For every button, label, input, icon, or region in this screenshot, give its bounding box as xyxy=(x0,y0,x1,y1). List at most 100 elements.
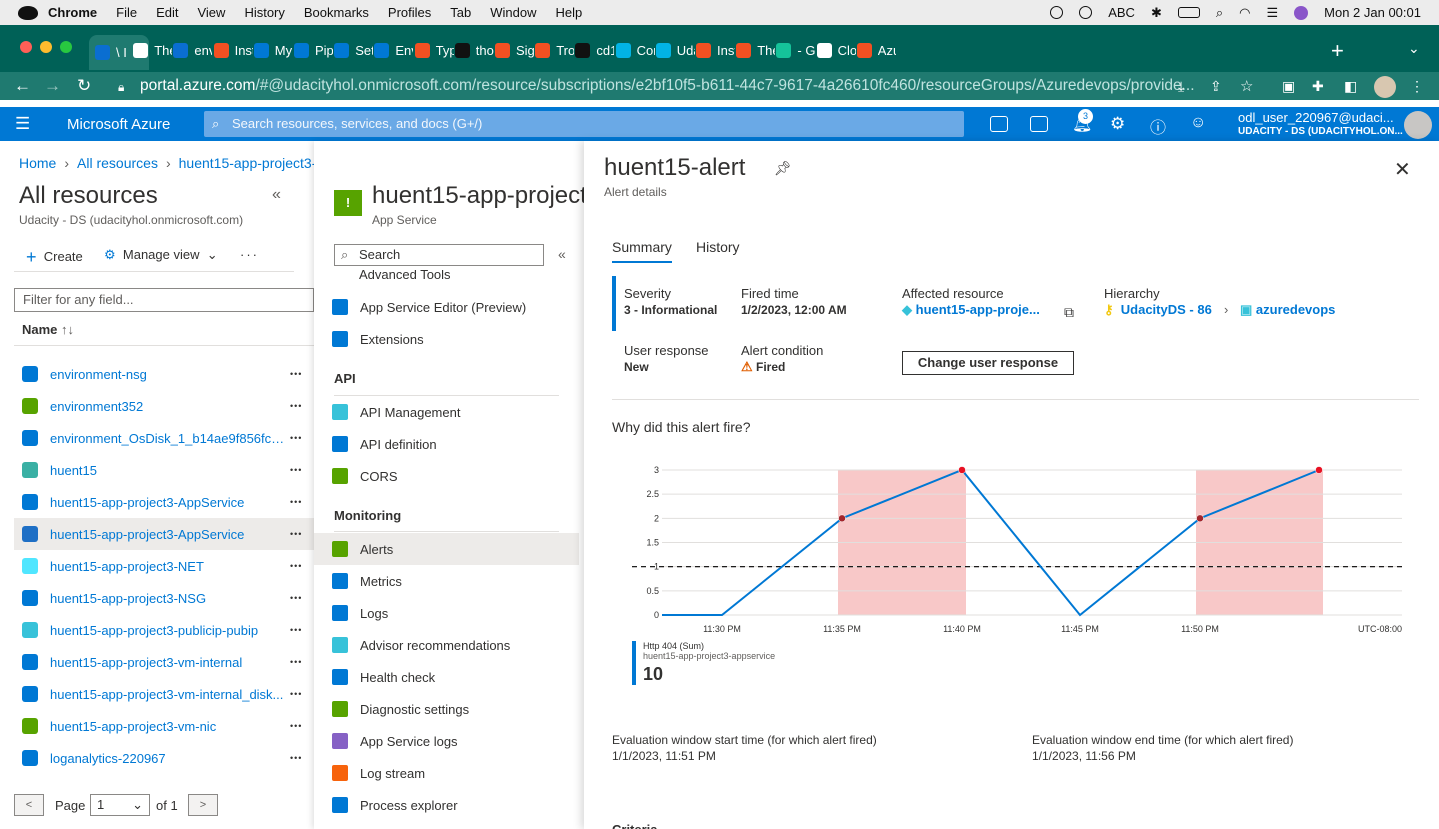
filter-input[interactable]: Filter for any field... xyxy=(14,288,314,312)
row-more-icon[interactable]: ••• xyxy=(290,369,302,379)
more-actions-icon[interactable]: ··· xyxy=(240,247,259,262)
resource-row[interactable]: huent15-app-project3-vm-nic ••• xyxy=(14,710,314,742)
menu-item[interactable]: App Service Editor (Preview) xyxy=(314,291,579,323)
browser-tab[interactable]: The xyxy=(133,37,172,63)
close-icon[interactable]: ✕ xyxy=(1394,157,1411,182)
tab-search-icon[interactable]: ⌄ xyxy=(1408,40,1420,57)
menu-tab[interactable]: Tab xyxy=(450,5,471,20)
collapse-icon[interactable]: « xyxy=(272,186,281,204)
tab-history[interactable]: History xyxy=(696,239,740,255)
browser-tab[interactable]: Sett xyxy=(334,37,373,63)
directory-filter-icon[interactable] xyxy=(1030,116,1048,132)
siri-icon[interactable] xyxy=(1294,5,1309,20)
menu-app-name[interactable]: Chrome xyxy=(48,5,97,20)
menu-item-advanced-tools[interactable]: Advanced Tools xyxy=(314,270,579,282)
resource-name-link[interactable]: environment_OsDisk_1_b14ae9f856fc48... xyxy=(50,431,290,446)
menu-profiles[interactable]: Profiles xyxy=(388,5,431,20)
menu-help[interactable]: Help xyxy=(556,5,583,20)
wifi-icon[interactable]: ◠ xyxy=(1239,5,1250,21)
change-user-response-button[interactable]: Change user response xyxy=(902,351,1074,375)
browser-tab[interactable]: Inst xyxy=(213,37,253,63)
menu-item[interactable]: API definition xyxy=(314,428,579,460)
menu-item[interactable]: API Management xyxy=(314,396,579,428)
resource-name-link[interactable]: huent15-app-project3-NSG xyxy=(50,591,290,606)
browser-tab[interactable]: Env xyxy=(374,37,413,63)
resource-name-link[interactable]: huent15 xyxy=(50,463,290,478)
row-more-icon[interactable]: ••• xyxy=(290,529,302,539)
row-more-icon[interactable]: ••• xyxy=(290,561,302,571)
menu-edit[interactable]: Edit xyxy=(156,5,178,20)
minimize-window-icon[interactable] xyxy=(40,41,52,53)
chart-legend[interactable]: Http 404 (Sum) huent15-app-project3-apps… xyxy=(632,641,775,685)
feedback-icon[interactable]: ☺ xyxy=(1190,114,1206,132)
resource-name-link[interactable]: huent15-app-project3-AppService xyxy=(50,495,290,510)
resource-name-link[interactable]: environment352 xyxy=(50,399,290,414)
chrome-menu-icon[interactable]: ⋮ xyxy=(1410,78,1424,95)
browser-tab[interactable]: envi xyxy=(173,37,212,63)
resource-name-link[interactable]: loganalytics-220967 xyxy=(50,751,290,766)
help-icon[interactable]: ⓘ xyxy=(1150,114,1166,138)
bookmark-star-icon[interactable]: ☆ xyxy=(1240,77,1253,95)
resource-name-link[interactable]: huent15-app-project3-vm-internal_disk... xyxy=(50,687,290,702)
menu-item[interactable]: Health check xyxy=(314,661,579,693)
create-button[interactable]: + Create xyxy=(26,247,83,268)
forward-icon[interactable]: → xyxy=(44,76,61,96)
cloud-shell-icon[interactable] xyxy=(990,116,1008,132)
input-source[interactable]: ABC xyxy=(1108,5,1135,20)
record-icon[interactable] xyxy=(1050,6,1064,19)
manage-view-button[interactable]: ⚙ Manage view ⌄ xyxy=(104,247,218,263)
row-more-icon[interactable]: ••• xyxy=(290,593,302,603)
reload-icon[interactable]: ↻ xyxy=(77,76,91,96)
menu-item[interactable]: Metrics xyxy=(314,565,579,597)
row-more-icon[interactable]: ••• xyxy=(290,657,302,667)
browser-tab[interactable]: Typ xyxy=(414,37,454,63)
resource-row[interactable]: huent15-app-project3-AppService ••• xyxy=(14,486,314,518)
resource-row[interactable]: huent15 ••• xyxy=(14,454,314,486)
menu-search-input[interactable]: ⌕ Search xyxy=(334,244,544,266)
avatar[interactable] xyxy=(1404,111,1432,139)
share-icon[interactable]: ⇪ xyxy=(1210,78,1222,95)
hierarchy-subscription-link[interactable]: ⚷ UdacityDS - 86 xyxy=(1104,302,1212,318)
resource-name-link[interactable]: environment-nsg xyxy=(50,367,290,382)
menu-item[interactable]: Advisor recommendations xyxy=(314,629,579,661)
puzzle-icon[interactable]: ✚ xyxy=(1312,78,1324,95)
menu-view[interactable]: View xyxy=(197,5,225,20)
menu-item[interactable]: Alerts xyxy=(314,533,579,565)
row-more-icon[interactable]: ••• xyxy=(290,689,302,699)
extension-icon[interactable]: ▣ xyxy=(1282,78,1295,95)
resource-row[interactable]: huent15-app-project3-vm-internal_disk...… xyxy=(14,678,314,710)
breadcrumb-home[interactable]: Home xyxy=(19,155,56,171)
account-info[interactable]: odl_user_220967@udaci... UDACITY - DS (U… xyxy=(1238,111,1403,139)
resource-row[interactable]: environment-nsg ••• xyxy=(14,358,314,390)
settings-gear-icon[interactable]: ⚙ xyxy=(1110,114,1125,134)
control-center-icon[interactable]: ☰ xyxy=(1266,5,1278,21)
play-icon[interactable] xyxy=(1079,6,1093,19)
portal-menu-icon[interactable]: ☰ xyxy=(15,114,30,134)
install-icon[interactable]: ⤓ xyxy=(1178,78,1184,95)
row-more-icon[interactable]: ••• xyxy=(290,625,302,635)
close-window-icon[interactable] xyxy=(20,41,32,53)
resource-row[interactable]: environment_OsDisk_1_b14ae9f856fc48... ••… xyxy=(14,422,314,454)
browser-tab[interactable]: My xyxy=(253,37,293,63)
back-icon[interactable]: ← xyxy=(14,76,31,96)
sidepanel-icon[interactable]: ◧ xyxy=(1344,78,1357,95)
breadcrumb-all-resources[interactable]: All resources xyxy=(77,155,158,171)
resource-name-link[interactable]: huent15-app-project3-vm-internal xyxy=(50,655,290,670)
resource-name-link[interactable]: huent15-app-project3-publicip-pubip xyxy=(50,623,290,638)
menu-item[interactable]: CORS xyxy=(314,460,579,492)
column-header-name[interactable]: Name ↑↓ xyxy=(22,322,74,337)
resource-row[interactable]: environment352 ••• xyxy=(14,390,314,422)
resource-row[interactable]: huent15-app-project3-publicip-pubip ••• xyxy=(14,614,314,646)
resource-row[interactable]: loganalytics-220967 ••• xyxy=(14,742,314,774)
resource-row[interactable]: huent15-app-project3-vm-internal ••• xyxy=(14,646,314,678)
hierarchy-group-link[interactable]: ▣ azuredevops xyxy=(1240,302,1335,318)
browser-tab[interactable]: Inst xyxy=(696,37,735,63)
browser-tab[interactable]: tho xyxy=(454,37,494,63)
row-more-icon[interactable]: ••• xyxy=(290,753,302,763)
resource-row[interactable]: huent15-app-project3-NET ••• xyxy=(14,550,314,582)
spotlight-icon[interactable]: ⌕ xyxy=(1216,5,1223,21)
azure-brand[interactable]: Microsoft Azure xyxy=(67,116,170,133)
global-search-input[interactable]: ⌕ Search resources, services, and docs (… xyxy=(204,111,964,137)
page-select[interactable]: 1 ⌄ xyxy=(90,794,150,816)
menu-window[interactable]: Window xyxy=(490,5,536,20)
